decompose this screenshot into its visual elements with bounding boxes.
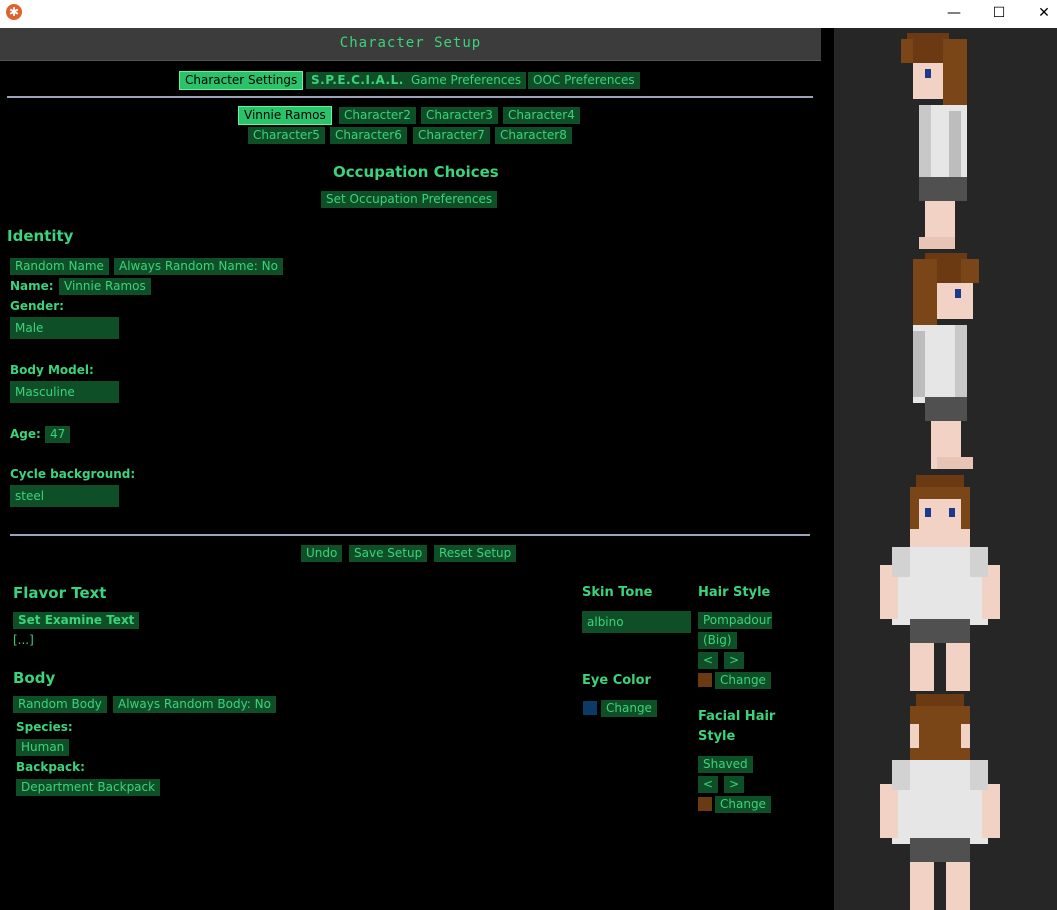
character-sprite-north: [880, 694, 1000, 910]
eye-color-change-button[interactable]: Change: [601, 700, 657, 717]
always-random-name-toggle[interactable]: Always Random Name: No: [114, 258, 283, 275]
undo-button[interactable]: Undo: [301, 545, 343, 562]
slot-character5[interactable]: Character5: [248, 127, 325, 144]
gender-label: Gender:: [10, 299, 64, 313]
skin-tone-title: Skin Tone: [582, 585, 653, 600]
hair-color-change-button[interactable]: Change: [715, 672, 771, 689]
slot-character8[interactable]: Character8: [495, 127, 572, 144]
hair-style-next-button[interactable]: >: [724, 652, 745, 669]
save-setup-button[interactable]: Save Setup: [349, 545, 428, 562]
reset-setup-button[interactable]: Reset Setup: [434, 545, 517, 562]
character-sprite-west: [913, 253, 979, 469]
divider-line: [10, 534, 810, 536]
backpack-select[interactable]: Department Backpack: [16, 779, 161, 796]
occupation-title: Occupation Choices: [333, 163, 499, 181]
facial-hair-color-change-button[interactable]: Change: [715, 796, 771, 813]
hair-style-select-continued[interactable]: (Big): [698, 632, 737, 649]
facial-hair-title: Facial Hair: [698, 709, 776, 724]
facial-hair-prev-button[interactable]: <: [698, 776, 719, 793]
body-title: Body: [13, 669, 56, 687]
character-sprite-south: [880, 475, 1000, 691]
random-body-button[interactable]: Random Body: [13, 696, 107, 713]
always-random-body-toggle[interactable]: Always Random Body: No: [113, 696, 276, 713]
set-examine-text-button[interactable]: Set Examine Text: [13, 612, 140, 629]
slot-character6[interactable]: Character6: [330, 127, 407, 144]
slot-character3[interactable]: Character3: [421, 107, 498, 124]
facial-hair-color-swatch: [698, 797, 712, 811]
character-sprite-east: [901, 33, 967, 249]
skin-tone-select[interactable]: albino: [582, 611, 691, 633]
name-field[interactable]: Vinnie Ramos: [59, 278, 151, 295]
cycle-background-select[interactable]: steel: [10, 485, 119, 507]
hair-color-swatch: [698, 673, 712, 687]
tab-character-settings[interactable]: Character Settings: [178, 71, 304, 90]
eye-color-title: Eye Color: [582, 673, 651, 688]
backpack-label: Backpack:: [16, 760, 85, 774]
body-model-select[interactable]: Masculine: [10, 381, 119, 403]
facial-hair-next-button[interactable]: >: [724, 776, 745, 793]
flavor-text-title: Flavor Text: [13, 584, 107, 602]
facial-hair-select[interactable]: Shaved: [698, 756, 753, 773]
age-field[interactable]: 47: [45, 426, 71, 443]
panel-divider: [822, 28, 834, 910]
random-name-button[interactable]: Random Name: [10, 258, 109, 275]
window-titlebar: [0, 0, 1057, 28]
species-label: Species:: [16, 720, 73, 734]
gender-select[interactable]: Male: [10, 317, 119, 339]
minimize-button[interactable]: —: [931, 0, 977, 28]
maximize-button[interactable]: ☐: [976, 0, 1022, 28]
tab-game-preferences[interactable]: Game Preferences: [406, 72, 527, 89]
set-occupation-button[interactable]: Set Occupation Preferences: [321, 191, 498, 208]
hair-style-prev-button[interactable]: <: [698, 652, 719, 669]
identity-title: Identity: [7, 227, 74, 245]
cycle-background-label: Cycle background:: [10, 467, 136, 481]
close-button[interactable]: ✕: [1021, 0, 1057, 28]
slot-character7[interactable]: Character7: [413, 127, 490, 144]
slot-character2[interactable]: Character2: [339, 107, 416, 124]
slot-vinnie-ramos[interactable]: Vinnie Ramos: [238, 106, 332, 125]
body-model-label: Body Model:: [10, 363, 94, 377]
hair-style-select[interactable]: Pompadour: [698, 612, 772, 629]
species-select[interactable]: Human: [16, 739, 70, 756]
hair-style-title: Hair Style: [698, 585, 771, 600]
snowflake-icon: ✱: [6, 4, 22, 20]
slot-character4[interactable]: Character4: [503, 107, 580, 124]
page-title: Character Setup: [0, 28, 821, 61]
tab-special[interactable]: S.P.E.C.I.A.L.: [306, 72, 409, 89]
tab-ooc-preferences[interactable]: OOC Preferences: [528, 72, 640, 89]
eye-color-swatch: [583, 701, 597, 715]
name-label: Name:: [10, 279, 54, 293]
flavor-text-preview: [...]: [13, 633, 34, 647]
divider-line: [7, 96, 813, 98]
age-label: Age:: [10, 427, 41, 441]
facial-hair-title-continued: Style: [698, 729, 736, 744]
